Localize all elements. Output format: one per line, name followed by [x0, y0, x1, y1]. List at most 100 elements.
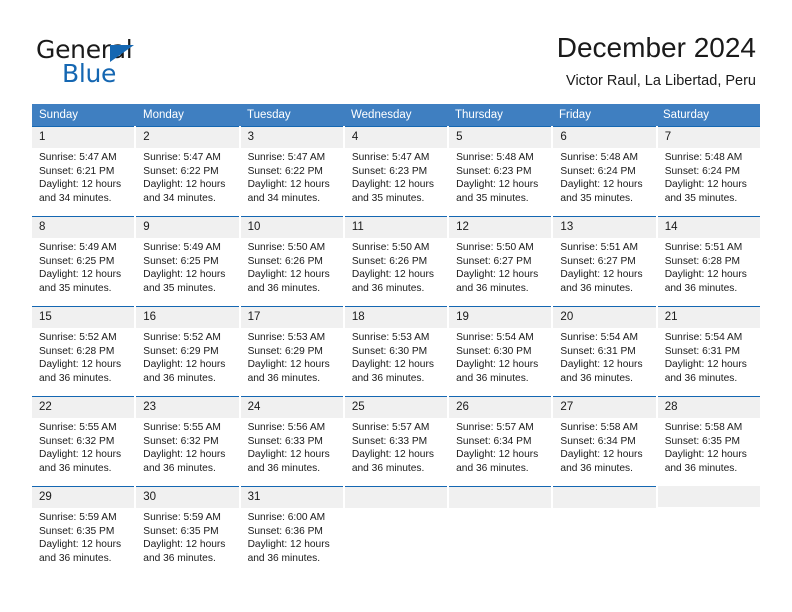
day-cell[interactable]: 23 Sunrise: 5:55 AM Sunset: 6:32 PM Dayligh…: [136, 396, 239, 486]
page-title: December 2024: [556, 32, 756, 63]
day-cell-empty: [553, 486, 656, 576]
day-details: Sunrise: 5:58 AM Sunset: 6:35 PM Daylight:…: [658, 418, 760, 475]
day-cell[interactable]: 20 Sunrise: 5:54 AM Sunset: 6:31 PM Dayligh…: [553, 306, 656, 396]
daylight-text-line2: and 36 minutes.: [247, 282, 321, 294]
daylight-text-line2: and 35 minutes.: [664, 192, 738, 204]
title-block: December 2024 Victor Raul, La Libertad, …: [557, 30, 756, 92]
day-cell[interactable]: 25 Sunrise: 5:57 AM Sunset: 6:33 PM Dayligh…: [344, 396, 448, 486]
sunset-text: Sunset: 6:35 PM: [143, 525, 219, 537]
day-details: Sunrise: 5:47 AM Sunset: 6:22 PM Daylight:…: [241, 148, 343, 205]
sunrise-text: Sunrise: 5:50 AM: [247, 242, 326, 253]
daylight-text-line2: and 34 minutes.: [247, 192, 321, 204]
day-details: Sunrise: 5:47 AM Sunset: 6:23 PM Daylight:…: [345, 148, 447, 205]
daylight-text-line1: Daylight: 12 hours: [247, 539, 330, 551]
weekday-header-friday: Friday: [559, 109, 591, 121]
daylight-text-line2: and 36 minutes.: [351, 462, 425, 474]
sunrise-text: Sunrise: 5:59 AM: [39, 512, 117, 523]
day-number: 6: [553, 127, 656, 148]
day-number: 18: [344, 307, 448, 328]
week-row: 29 Sunrise: 5:59 AM Sunset: 6:35 PM Dayligh…: [32, 486, 760, 576]
day-cell[interactable]: 28 Sunrise: 5:58 AM Sunset: 6:35 PM Dayligh…: [657, 396, 760, 486]
day-details: Sunrise: 5:54 AM Sunset: 6:31 PM Daylight:…: [553, 328, 655, 385]
day-cell[interactable]: 13 Sunrise: 5:51 AM Sunset: 6:27 PM Dayligh…: [553, 216, 656, 306]
week-row: 22 Sunrise: 5:55 AM Sunset: 6:32 PM Dayligh…: [32, 396, 760, 486]
day-cell[interactable]: 24 Sunrise: 5:56 AM Sunset: 6:33 PM Dayligh…: [240, 396, 343, 486]
day-cell[interactable]: 31 Sunrise: 6:00 AM Sunset: 6:36 PM Dayligh…: [240, 486, 343, 576]
weekday-header-thursday: Thursday: [455, 109, 503, 121]
day-cell[interactable]: 14 Sunrise: 5:51 AM Sunset: 6:28 PM Dayligh…: [657, 216, 760, 306]
sunset-text: Sunset: 6:30 PM: [456, 345, 532, 357]
sunrise-text: Sunrise: 5:56 AM: [247, 422, 326, 433]
day-cell[interactable]: 17 Sunrise: 5:53 AM Sunset: 6:29 PM Dayligh…: [240, 306, 343, 396]
day-number: 8: [32, 217, 135, 238]
daylight-text-line1: Daylight: 12 hours: [456, 449, 539, 461]
sunrise-text: Sunrise: 5:48 AM: [664, 152, 743, 163]
sunset-text: Sunset: 6:25 PM: [39, 255, 115, 267]
sunset-text: Sunset: 6:36 PM: [247, 525, 323, 537]
sunrise-text: Sunrise: 5:50 AM: [351, 242, 430, 253]
daylight-text-line1: Daylight: 12 hours: [560, 179, 643, 191]
sunrise-text: Sunrise: 5:47 AM: [351, 152, 430, 163]
weekday-header-saturday: Saturday: [663, 109, 710, 121]
calendar-grid: Sunday Monday Tuesday Wednesday Thursday…: [32, 104, 760, 576]
sunrise-text: Sunrise: 5:51 AM: [664, 242, 743, 253]
day-cell[interactable]: 8 Sunrise: 5:49 AM Sunset: 6:25 PM Daylight…: [32, 216, 135, 306]
daylight-text-line1: Daylight: 12 hours: [351, 359, 434, 371]
day-number: [344, 487, 448, 508]
sunrise-text: Sunrise: 5:57 AM: [351, 422, 430, 433]
sunrise-text: Sunrise: 5:55 AM: [39, 422, 117, 433]
sunrise-text: Sunrise: 5:52 AM: [39, 332, 117, 343]
day-cell[interactable]: 2 Sunrise: 5:47 AM Sunset: 6:22 PM Daylight…: [136, 126, 239, 216]
day-cell[interactable]: 5 Sunrise: 5:48 AM Sunset: 6:23 PM Daylight…: [449, 126, 552, 216]
day-cell[interactable]: 4 Sunrise: 5:47 AM Sunset: 6:23 PM Daylight…: [344, 126, 448, 216]
day-cell[interactable]: 6 Sunrise: 5:48 AM Sunset: 6:24 PM Daylight…: [553, 126, 656, 216]
day-cell[interactable]: 16 Sunrise: 5:52 AM Sunset: 6:29 PM Dayligh…: [136, 306, 239, 396]
day-cell[interactable]: 29 Sunrise: 5:59 AM Sunset: 6:35 PM Dayligh…: [32, 486, 135, 576]
day-cell[interactable]: 10 Sunrise: 5:50 AM Sunset: 6:26 PM Dayligh…: [240, 216, 343, 306]
day-cell[interactable]: 27 Sunrise: 5:58 AM Sunset: 6:34 PM Dayligh…: [553, 396, 656, 486]
day-cell[interactable]: 21 Sunrise: 5:54 AM Sunset: 6:31 PM Dayligh…: [657, 306, 760, 396]
sunset-text: Sunset: 6:34 PM: [456, 435, 532, 447]
day-details: Sunrise: 5:59 AM Sunset: 6:35 PM Daylight:…: [32, 508, 134, 565]
day-cell[interactable]: 19 Sunrise: 5:54 AM Sunset: 6:30 PM Dayligh…: [449, 306, 552, 396]
daylight-text-line2: and 36 minutes.: [143, 372, 216, 384]
day-cell[interactable]: 12 Sunrise: 5:50 AM Sunset: 6:27 PM Dayligh…: [449, 216, 552, 306]
day-cell[interactable]: 18 Sunrise: 5:53 AM Sunset: 6:30 PM Dayligh…: [344, 306, 448, 396]
daylight-text-line1: Daylight: 12 hours: [351, 449, 434, 461]
daylight-text-line1: Daylight: 12 hours: [247, 269, 330, 281]
general-blue-logo[interactable]: General Blue: [36, 36, 236, 88]
day-cell[interactable]: 11 Sunrise: 5:50 AM Sunset: 6:26 PM Dayligh…: [344, 216, 448, 306]
day-cell[interactable]: 30 Sunrise: 5:59 AM Sunset: 6:35 PM Dayligh…: [136, 486, 239, 576]
day-number: 17: [240, 307, 343, 328]
sunset-text: Sunset: 6:27 PM: [456, 255, 532, 267]
daylight-text-line1: Daylight: 12 hours: [247, 449, 330, 461]
daylight-text-line1: Daylight: 12 hours: [664, 449, 747, 461]
daylight-text-line2: and 36 minutes.: [664, 282, 738, 294]
day-cell[interactable]: 1 Sunrise: 5:47 AM Sunset: 6:21 PM Daylight…: [32, 126, 135, 216]
day-details: Sunrise: 5:50 AM Sunset: 6:26 PM Daylight:…: [241, 238, 343, 295]
sunrise-text: Sunrise: 5:48 AM: [560, 152, 639, 163]
sunset-text: Sunset: 6:32 PM: [39, 435, 115, 447]
day-cell[interactable]: 26 Sunrise: 5:57 AM Sunset: 6:34 PM Dayligh…: [449, 396, 552, 486]
sunset-text: Sunset: 6:26 PM: [247, 255, 323, 267]
sunset-text: Sunset: 6:25 PM: [143, 255, 219, 267]
day-cell[interactable]: 3 Sunrise: 5:47 AM Sunset: 6:22 PM Daylight…: [240, 126, 343, 216]
day-number: 31: [240, 487, 343, 508]
day-number: 30: [136, 487, 239, 508]
sunrise-text: Sunrise: 5:47 AM: [143, 152, 221, 163]
daylight-text-line1: Daylight: 12 hours: [664, 179, 747, 191]
day-cell[interactable]: 7 Sunrise: 5:48 AM Sunset: 6:24 PM Daylight…: [657, 126, 760, 216]
day-cell[interactable]: 15 Sunrise: 5:52 AM Sunset: 6:28 PM Dayligh…: [32, 306, 135, 396]
sunrise-text: Sunrise: 5:54 AM: [560, 332, 639, 343]
day-cell[interactable]: 9 Sunrise: 5:49 AM Sunset: 6:25 PM Daylight…: [136, 216, 239, 306]
day-details: Sunrise: 5:49 AM Sunset: 6:25 PM Daylight:…: [32, 238, 134, 295]
day-cell[interactable]: 22 Sunrise: 5:55 AM Sunset: 6:32 PM Dayligh…: [32, 396, 135, 486]
week-row: 8 Sunrise: 5:49 AM Sunset: 6:25 PM Daylight…: [32, 216, 760, 306]
daylight-text-line1: Daylight: 12 hours: [143, 269, 226, 281]
day-number: 21: [657, 307, 760, 328]
daylight-text-line2: and 36 minutes.: [351, 282, 425, 294]
daylight-text-line1: Daylight: 12 hours: [143, 179, 226, 191]
day-number: 4: [344, 127, 448, 148]
daylight-text-line1: Daylight: 12 hours: [560, 449, 643, 461]
daylight-text-line2: and 34 minutes.: [143, 192, 216, 204]
